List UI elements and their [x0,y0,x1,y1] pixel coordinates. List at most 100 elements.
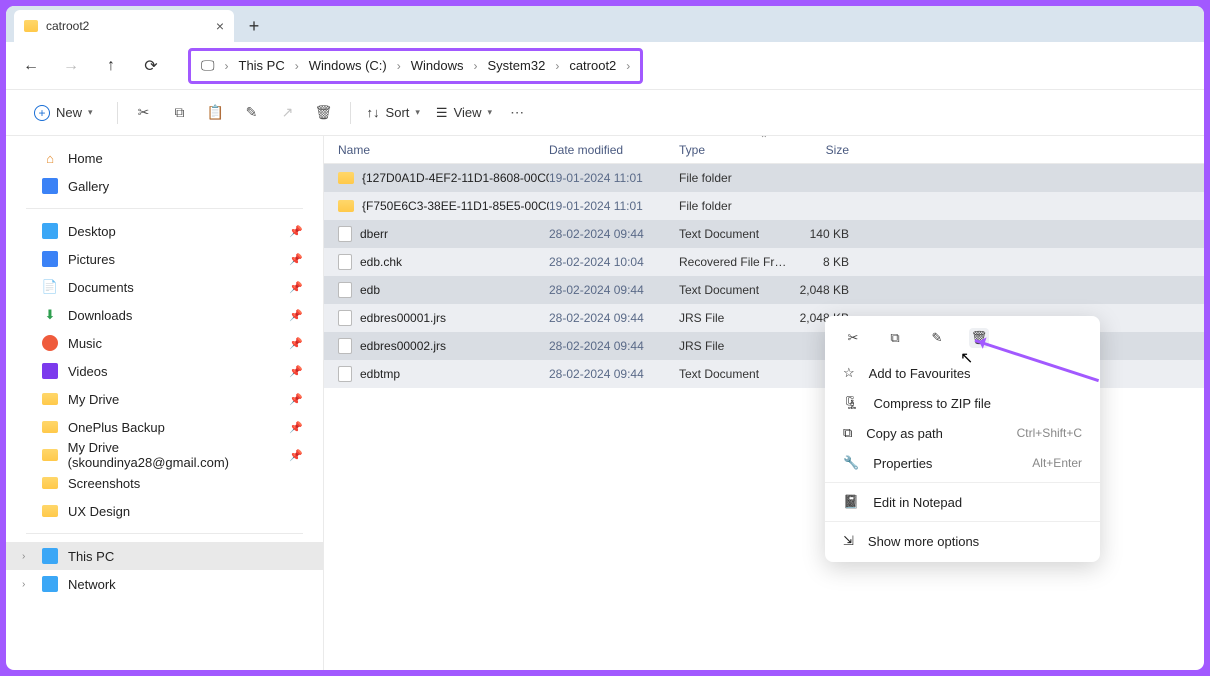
crumb-thispc[interactable]: This PC [239,58,285,73]
new-button[interactable]: + New ▾ [26,101,101,125]
sidebar-item-screenshots[interactable]: Screenshots [6,469,323,497]
delete-icon[interactable]: 🗑 [969,328,989,348]
ctx-show-more[interactable]: ⇲ Show more options [825,526,1100,556]
sidebar-network[interactable]: ›Network [6,570,323,598]
share-icon[interactable]: ↗ [278,103,298,123]
table-row[interactable]: dberr28-02-2024 09:44Text Document140 KB [324,220,1204,248]
gallery-icon [42,178,58,194]
view-label: View [454,105,482,120]
cut-icon[interactable]: ✂ [134,103,154,123]
cut-icon[interactable]: ✂ [843,328,863,348]
column-date[interactable]: Date modified [549,143,679,157]
separator [350,102,351,124]
folder-icon [42,477,58,489]
sidebar-gallery[interactable]: Gallery [6,172,323,200]
up-button[interactable]: ↑ [102,57,120,75]
star-icon: ☆ [843,365,855,381]
table-row[interactable]: {F750E6C3-38EE-11D1-85E5-00C04FC295…19-0… [324,192,1204,220]
ctx-copy-path[interactable]: ⧉Copy as pathCtrl+Shift+C [825,418,1100,448]
sidebar-label: Videos [68,364,108,379]
file-type: Recovered File Fra… [679,255,789,269]
sidebar-label: Music [68,336,102,351]
downloads-icon: ⬇ [42,307,58,323]
sidebar-item-documents[interactable]: 📄Documents📌 [6,273,323,301]
rename-icon[interactable]: ✎ [927,328,947,348]
more-button[interactable]: ⋯ [508,103,528,123]
file-date: 19-01-2024 11:01 [549,199,679,213]
copy-icon[interactable]: ⧉ [170,103,190,123]
sidebar-this-pc[interactable]: ›This PC [6,542,323,570]
ctx-label: Show more options [868,534,979,549]
file-name: edb [360,283,380,297]
sidebar-item-mydrive[interactable]: My Drive📌 [6,385,323,413]
sidebar-item-ux[interactable]: UX Design [6,497,323,525]
pin-icon: 📌 [289,225,303,238]
close-tab-icon[interactable]: × [216,18,224,34]
back-button[interactable]: ← [22,57,40,75]
music-icon [42,335,58,351]
tab-catroot2[interactable]: catroot2 × [14,10,234,42]
column-size[interactable]: Size [789,143,859,157]
file-name: {127D0A1D-4EF2-11D1-8608-00C04FC295… [362,171,549,185]
sidebar-item-oneplus[interactable]: OnePlus Backup📌 [6,413,323,441]
file-icon [338,338,352,354]
file-icon [338,366,352,382]
ctx-shortcut: Alt+Enter [1032,456,1082,470]
sidebar-label: Home [68,151,103,166]
chevron-right-icon: › [225,59,229,73]
wrench-icon: 🔧 [843,455,859,471]
sidebar-label: My Drive [68,392,119,407]
file-date: 28-02-2024 09:44 [549,367,679,381]
sidebar-item-mydrive2[interactable]: My Drive (skoundinya28@gmail.com)📌 [6,441,323,469]
folder-icon [338,200,354,212]
chevron-right-icon: › [295,59,299,73]
table-row[interactable]: edb28-02-2024 09:44Text Document2,048 KB [324,276,1204,304]
sidebar-item-downloads[interactable]: ⬇ Downloads 📌 [6,301,323,329]
crumb-catroot2[interactable]: catroot2 [569,58,616,73]
crumb-drive[interactable]: Windows (C:) [309,58,387,73]
sidebar-item-desktop[interactable]: Desktop📌 [6,217,323,245]
sidebar-label: Downloads [68,308,132,323]
more-icon: ⇲ [843,533,854,549]
crumb-system32[interactable]: System32 [488,58,546,73]
context-icon-row: ✂ ⧉ ✎ 🗑 [825,322,1100,358]
ctx-compress-zip[interactable]: 🗜Compress to ZIP file [825,388,1100,418]
separator [117,102,118,124]
sidebar-label: Gallery [68,179,109,194]
rename-icon[interactable]: ✎ [242,103,262,123]
separator [26,533,303,534]
table-row[interactable]: {127D0A1D-4EF2-11D1-8608-00C04FC295…19-0… [324,164,1204,192]
sidebar-home[interactable]: ⌂ Home [6,144,323,172]
home-icon: ⌂ [42,150,58,166]
chevron-right-icon[interactable]: › [22,551,25,562]
sidebar-item-pictures[interactable]: Pictures📌 [6,245,323,273]
column-name[interactable]: Name [324,143,549,157]
sort-button[interactable]: ↑↓ Sort ▾ [367,105,420,120]
ctx-edit-notepad[interactable]: 📓Edit in Notepad [825,487,1100,517]
ctx-add-favourites[interactable]: ☆Add to Favourites [825,358,1100,388]
delete-icon[interactable]: 🗑 [314,103,334,123]
refresh-button[interactable]: ⟳ [142,56,160,76]
file-icon [338,226,352,242]
sidebar-label: Screenshots [68,476,140,491]
ctx-properties[interactable]: 🔧PropertiesAlt+Enter [825,448,1100,478]
path-icon: ⧉ [843,425,852,441]
view-button[interactable]: ☰ View ▾ [436,105,492,121]
crumb-windows[interactable]: Windows [411,58,464,73]
network-icon [42,576,58,592]
file-name: edbres00002.jrs [360,339,446,353]
column-type[interactable]: Type [679,143,789,157]
pin-icon: 📌 [289,309,303,322]
collapse-caret-icon[interactable]: ⌃ [760,136,768,145]
table-row[interactable]: edb.chk28-02-2024 10:04Recovered File Fr… [324,248,1204,276]
file-type: Text Document [679,283,789,297]
breadcrumb[interactable]: 🖵 › This PC › Windows (C:) › Windows › S… [188,48,643,84]
pin-icon: 📌 [289,365,303,378]
paste-icon[interactable]: 📋 [206,103,226,123]
copy-icon[interactable]: ⧉ [885,328,905,348]
forward-button[interactable]: → [62,57,80,75]
sidebar-item-videos[interactable]: Videos 📌 [6,357,323,385]
new-tab-button[interactable]: + [240,12,268,40]
chevron-right-icon[interactable]: › [22,579,25,590]
sidebar-item-music[interactable]: Music📌 [6,329,323,357]
